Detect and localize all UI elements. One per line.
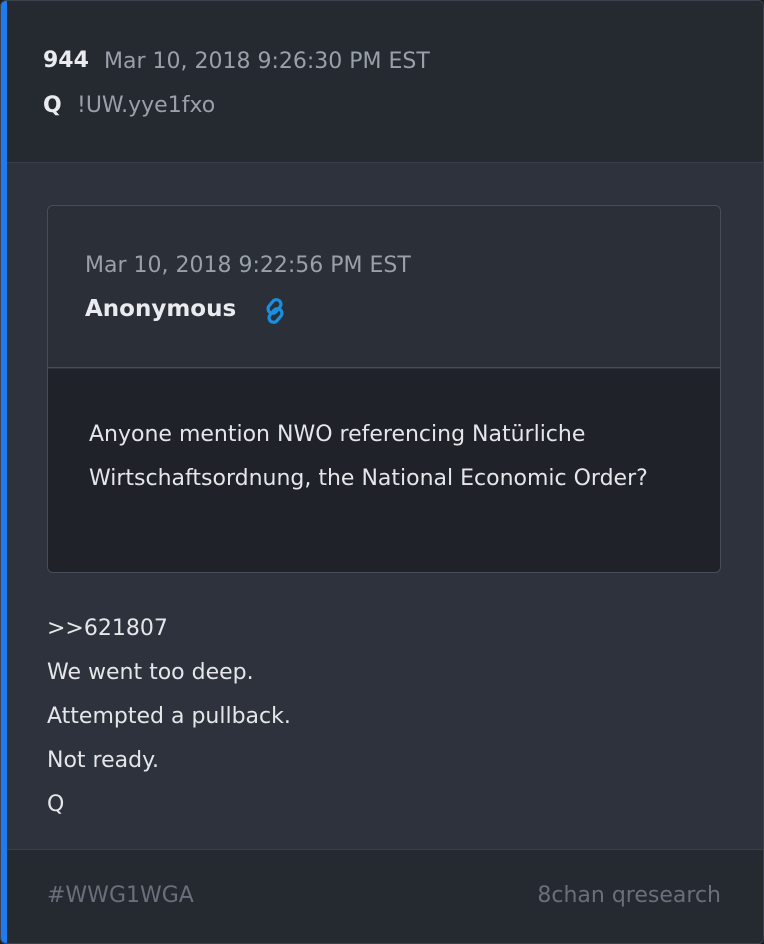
hashtag: #WWG1WGA	[47, 883, 194, 908]
post-tripcode: !UW.yye1fxo	[77, 93, 216, 118]
post-card: 944 Mar 10, 2018 9:26:30 PM EST Q !UW.yy…	[0, 0, 764, 944]
source-label: 8chan qresearch	[537, 883, 721, 908]
post-header: 944 Mar 10, 2018 9:26:30 PM EST Q !UW.yy…	[7, 1, 763, 163]
post-text-line: Attempted a pullback.	[47, 704, 291, 729]
quoted-post-header: Mar 10, 2018 9:22:56 PM EST Anonymous	[48, 206, 720, 368]
quoted-post-timestamp: Mar 10, 2018 9:22:56 PM EST	[85, 253, 411, 278]
link-icon[interactable]	[260, 296, 290, 326]
post-body: >>621807 We went too deep. Attempted a p…	[47, 607, 291, 827]
quoted-post-text: Anyone mention NWO referencing Natürlich…	[89, 422, 648, 491]
post-timestamp: Mar 10, 2018 9:26:30 PM EST	[104, 49, 430, 74]
post-footer: #WWG1WGA 8chan qresearch	[7, 849, 763, 943]
post-number[interactable]: 944	[43, 48, 89, 73]
post-text-line: Not ready.	[47, 748, 159, 773]
quoted-post-body: Anyone mention NWO referencing Natürlich…	[48, 369, 720, 572]
post-signature: Q	[47, 792, 65, 817]
reply-link[interactable]: >>621807	[47, 607, 291, 651]
post-author: Q	[43, 93, 62, 118]
quoted-post-author: Anonymous	[85, 296, 237, 322]
quoted-post: Mar 10, 2018 9:22:56 PM EST Anonymous An…	[47, 205, 721, 573]
post-text-line: We went too deep.	[47, 660, 254, 685]
